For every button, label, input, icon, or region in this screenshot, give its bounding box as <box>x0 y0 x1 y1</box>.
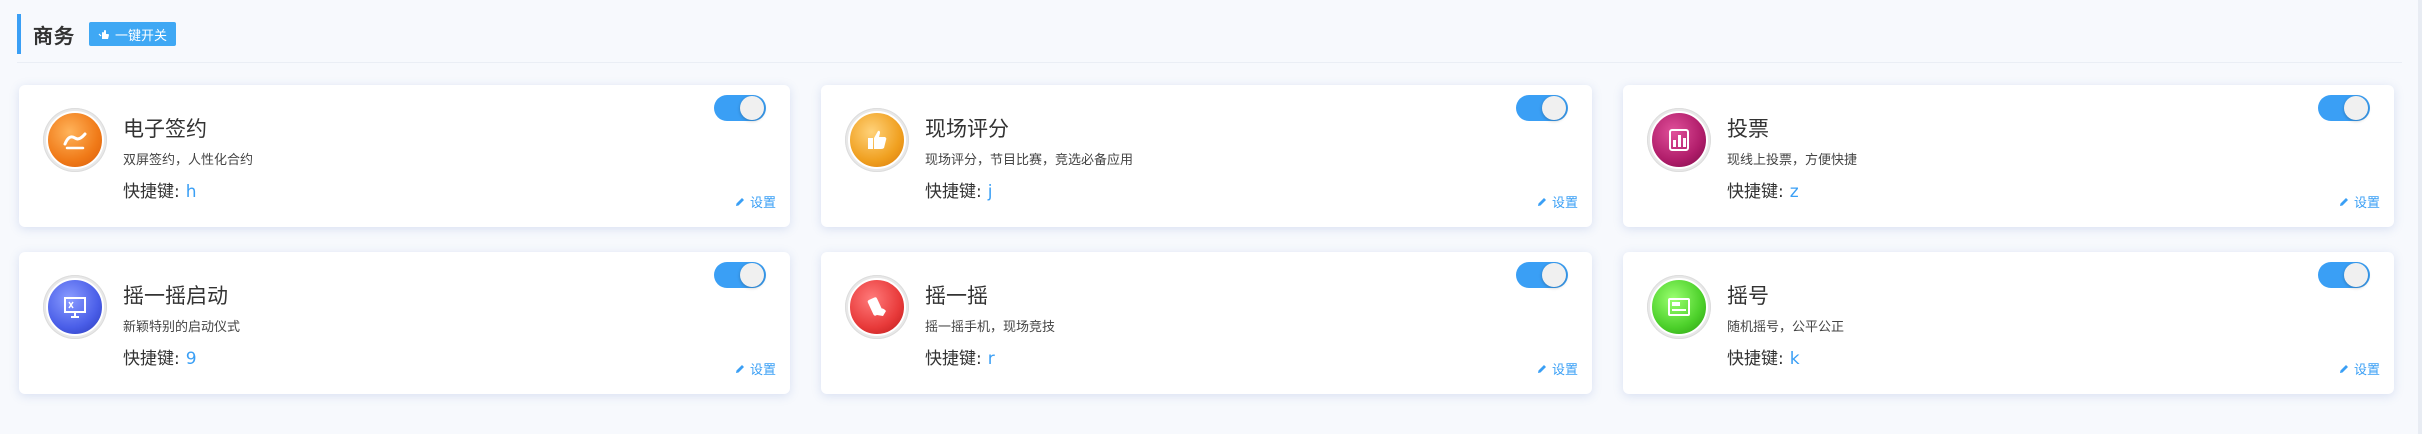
toggle-knob <box>1542 96 1566 120</box>
hotkey-label: 快捷键: <box>925 349 982 369</box>
scrollbar-track[interactable] <box>2418 0 2422 434</box>
toggle-knob <box>1542 263 1566 287</box>
hotkey-label: 快捷键: <box>123 349 180 369</box>
thumbs-up-icon <box>868 130 887 149</box>
card-title: 摇一摇 <box>925 284 988 308</box>
toggle-knob <box>2344 96 2368 120</box>
card-title: 摇号 <box>1727 284 1769 308</box>
hotkey-value: 9 <box>185 349 197 369</box>
hotkey-label: 快捷键: <box>1727 349 1784 369</box>
card-icon-frame <box>1647 275 1711 339</box>
card-description: 现线上投票，方便快捷 <box>1727 153 1858 168</box>
hotkey-label: 快捷键: <box>1727 182 1784 202</box>
pencil-icon <box>2339 197 2348 206</box>
pencil-icon <box>1537 197 1546 206</box>
settings-link[interactable]: 设置 <box>1536 359 1578 378</box>
pencil-icon <box>1537 364 1546 373</box>
number-display-icon <box>1668 298 1690 316</box>
settings-label: 设置 <box>2353 363 2380 378</box>
card-icon-frame <box>1647 108 1711 172</box>
pencil-icon <box>735 197 744 206</box>
card-hotkey: 快捷键: j <box>925 177 992 202</box>
shake-hand-icon <box>867 297 886 316</box>
card-title: 摇一摇启动 <box>123 284 228 308</box>
one-key-toggle-label: 一键开关 <box>115 28 168 44</box>
card-description: 摇一摇手机，现场竞技 <box>925 320 1056 335</box>
hotkey-value: r <box>987 349 995 369</box>
header-divider <box>17 62 2402 63</box>
signature-icon <box>63 132 87 150</box>
section-header: 商务 一键开关 <box>17 14 177 54</box>
card-shake-launch: 摇一摇启动 新颖特别的启动仪式 快捷键: 9 设置 <box>19 252 790 394</box>
hand-pointer-icon <box>98 30 109 39</box>
card-hotkey: 快捷键: z <box>1727 177 1799 202</box>
hotkey-label: 快捷键: <box>123 182 180 202</box>
card-hotkey: 快捷键: 9 <box>123 344 197 369</box>
settings-label: 设置 <box>1551 196 1578 211</box>
card-icon-frame <box>43 108 107 172</box>
card-icon-frame <box>43 275 107 339</box>
section-title: 商务 <box>33 23 75 48</box>
bar-chart-icon <box>1669 129 1689 151</box>
card-description: 双屏签约，人性化合约 <box>123 153 254 168</box>
hotkey-label: 快捷键: <box>925 182 982 202</box>
hotkey-value: j <box>987 182 993 202</box>
card-voting: 投票 现线上投票，方便快捷 快捷键: z 设置 <box>1623 85 2394 227</box>
card-electronic-signing: 电子签约 双屏签约，人性化合约 快捷键: h 设置 <box>19 85 790 227</box>
enable-toggle[interactable] <box>714 95 766 121</box>
settings-link[interactable]: 设置 <box>2338 359 2380 378</box>
card-description: 随机摇号，公平公正 <box>1727 320 1845 335</box>
card-hotkey: 快捷键: r <box>925 344 995 369</box>
hotkey-value: h <box>185 182 197 202</box>
presentation-icon <box>64 297 86 318</box>
hotkey-value: z <box>1789 182 1799 202</box>
enable-toggle[interactable] <box>714 262 766 288</box>
toggle-knob <box>740 263 764 287</box>
enable-toggle[interactable] <box>2318 262 2370 288</box>
card-live-scoring: 现场评分 现场评分，节目比赛，竞选必备应用 快捷键: j 设置 <box>821 85 1592 227</box>
card-shake: 摇一摇 摇一摇手机，现场竞技 快捷键: r 设置 <box>821 252 1592 394</box>
settings-link[interactable]: 设置 <box>2338 192 2380 211</box>
hotkey-value: k <box>1789 349 1800 369</box>
one-key-toggle-button[interactable]: 一键开关 <box>89 22 177 46</box>
settings-link[interactable]: 设置 <box>734 192 776 211</box>
pencil-icon <box>2339 364 2348 373</box>
card-lottery-number: 摇号 随机摇号，公平公正 快捷键: k 设置 <box>1623 252 2394 394</box>
card-title: 电子签约 <box>123 117 207 141</box>
settings-label: 设置 <box>2353 196 2380 211</box>
settings-link[interactable]: 设置 <box>1536 192 1578 211</box>
pencil-icon <box>735 364 744 373</box>
toggle-knob <box>2344 263 2368 287</box>
settings-label: 设置 <box>749 363 776 378</box>
card-title: 投票 <box>1727 117 1769 141</box>
settings-label: 设置 <box>749 196 776 211</box>
card-description: 现场评分，节目比赛，竞选必备应用 <box>925 153 1134 168</box>
card-icon-frame <box>845 108 909 172</box>
card-description: 新颖特别的启动仪式 <box>123 320 241 335</box>
card-hotkey: 快捷键: h <box>123 177 197 202</box>
card-title: 现场评分 <box>925 117 1009 141</box>
page: 商务 一键开关 电子签约 双屏签约，人性化合约 快捷键: h 设置 现场评分 现… <box>0 0 2422 434</box>
enable-toggle[interactable] <box>1516 95 1568 121</box>
card-hotkey: 快捷键: k <box>1727 344 1800 369</box>
toggle-knob <box>740 96 764 120</box>
enable-toggle[interactable] <box>1516 262 1568 288</box>
card-icon-frame <box>845 275 909 339</box>
enable-toggle[interactable] <box>2318 95 2370 121</box>
settings-label: 设置 <box>1551 363 1578 378</box>
settings-link[interactable]: 设置 <box>734 359 776 378</box>
